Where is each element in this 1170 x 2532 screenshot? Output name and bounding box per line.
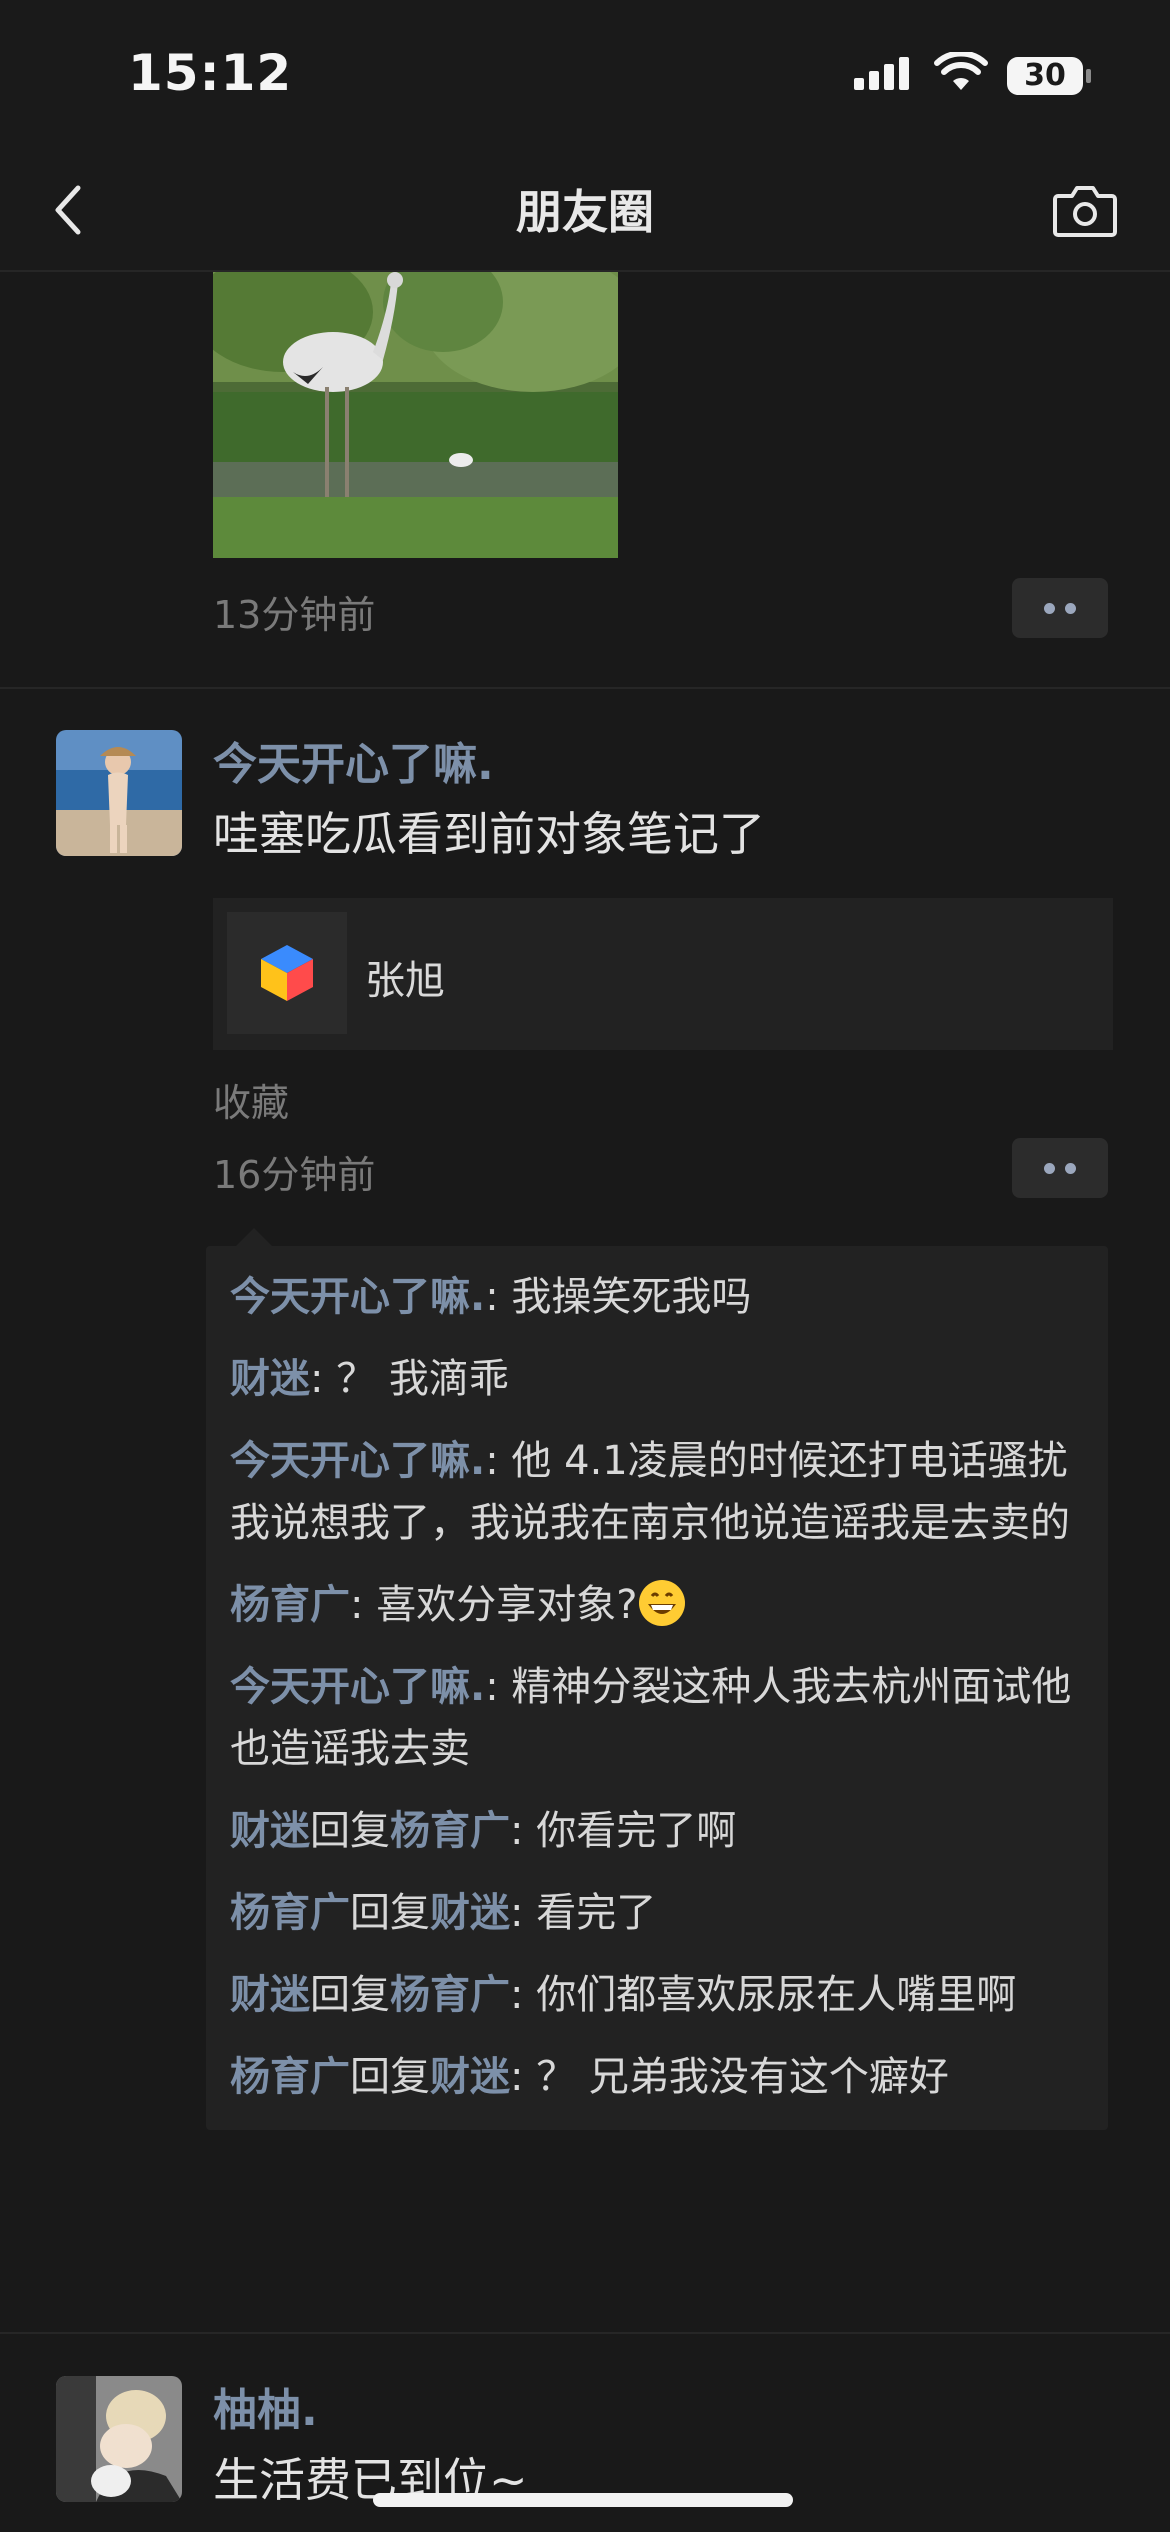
post-nickname[interactable]: 今天开心了嘛. (213, 728, 494, 792)
comment-separator: : (510, 1808, 537, 1854)
comment-separator: : (485, 1274, 512, 1320)
status-bar: 15:12 30 (0, 0, 1170, 150)
more-options-button[interactable] (1012, 1138, 1108, 1198)
signal-icon (854, 57, 909, 90)
link-thumbnail (227, 912, 347, 1034)
camera-icon[interactable] (1052, 182, 1118, 238)
post-divider (0, 687, 1170, 689)
comment-text: 我操笑死我吗 (511, 1274, 752, 1320)
comment-separator: : (510, 2054, 537, 2100)
grin-emoji-icon (639, 1580, 686, 1626)
wifi-icon (934, 52, 988, 90)
nav-bar: 朋友圈 (0, 150, 1170, 272)
comments-box: 今天开心了嘛.: 我操笑死我吗 财迷: ？ 我滴乖 今天开心了嘛.: 他 4.1… (206, 1228, 1108, 2130)
comment-author[interactable]: 财迷 (230, 1808, 310, 1854)
post-text: 哇塞吃瓜看到前对象笔记了 (213, 807, 765, 861)
comment-author[interactable]: 今天开心了嘛. (230, 1664, 485, 1710)
reply-word: 回复 (310, 1972, 390, 2018)
reply-target[interactable]: 财迷 (430, 2054, 510, 2100)
post-nickname[interactable]: 柚柚. (213, 2374, 318, 2438)
comment-author[interactable]: 财迷 (230, 1972, 310, 2018)
comment[interactable]: 今天开心了嘛.: 他 4.1凌晨的时候还打电话骚扰我说想我了，我说我在南京他说造… (230, 1430, 1084, 1554)
comment-text: 你们都喜欢尿尿在人嘴里啊 (536, 1972, 1017, 2018)
reply-word: 回复 (350, 1890, 430, 1936)
comment[interactable]: 财迷: ？ 我滴乖 (230, 1348, 1084, 1410)
dot-icon (1044, 1162, 1055, 1174)
post-divider (0, 2332, 1170, 2334)
comment-text: 看完了 (536, 1890, 657, 1936)
reply-word: 回复 (350, 2054, 430, 2100)
status-time: 15:12 (128, 44, 293, 102)
comment-author[interactable]: 杨育广 (230, 1890, 350, 1936)
comment-separator: : (485, 1438, 512, 1484)
comment-author[interactable]: 今天开心了嘛. (230, 1438, 485, 1484)
comment-separator: : (350, 1582, 377, 1628)
post-time: 13分钟前 (213, 593, 376, 637)
post-photo[interactable] (213, 272, 618, 558)
comment-separator: : (310, 1356, 337, 1402)
shared-link-card[interactable]: 张旭 (213, 898, 1113, 1050)
reply-word: 回复 (310, 1808, 390, 1854)
comment[interactable]: 杨育广回复财迷: ？ 兄弟我没有这个癖好 (230, 2046, 1084, 2108)
comment-author[interactable]: 杨育广 (230, 2054, 350, 2100)
comment[interactable]: 今天开心了嘛.: 精神分裂这种人我去杭州面试他也造谣我去卖 (230, 1656, 1084, 1780)
comment-text: 喜欢分享对象? (376, 1582, 638, 1628)
battery-icon: 30 (1006, 56, 1092, 96)
comment-separator: : (510, 1890, 537, 1936)
battery-level: 30 (1024, 58, 1066, 93)
more-options-button[interactable] (1012, 578, 1108, 638)
post-source[interactable]: 收藏 (213, 1072, 289, 1127)
dot-icon (1065, 602, 1076, 614)
comment[interactable]: 杨育广: 喜欢分享对象? (230, 1574, 1084, 1636)
comment[interactable]: 财迷回复杨育广: 你看完了啊 (230, 1800, 1084, 1862)
comment[interactable]: 杨育广回复财迷: 看完了 (230, 1882, 1084, 1944)
comment-author[interactable]: 财迷 (230, 1356, 310, 1402)
reply-target[interactable]: 杨育广 (390, 1972, 510, 2018)
comment-text: 你看完了啊 (536, 1808, 737, 1854)
comment[interactable]: 今天开心了嘛.: 我操笑死我吗 (230, 1266, 1084, 1328)
comment-separator: : (510, 1972, 537, 2018)
moments-feed[interactable]: 13分钟前 今天开心了嘛. 哇塞吃瓜看到前对象笔记了 张旭 收藏 16分钟前 今… (0, 272, 1170, 2532)
link-title: 张旭 (365, 958, 445, 1004)
avatar[interactable] (56, 2376, 182, 2502)
comment-author[interactable]: 杨育广 (230, 1582, 350, 1628)
cube-app-icon (261, 945, 313, 1001)
page-title: 朋友圈 (516, 185, 654, 239)
dot-icon (1065, 1162, 1076, 1174)
comment-text: ？ 我滴乖 (336, 1356, 509, 1402)
avatar[interactable] (56, 730, 182, 856)
comment-author[interactable]: 今天开心了嘛. (230, 1274, 485, 1320)
reply-target[interactable]: 财迷 (430, 1890, 510, 1936)
dot-icon (1044, 602, 1055, 614)
comment-text: ？ 兄弟我没有这个癖好 (536, 2054, 949, 2100)
reply-target[interactable]: 杨育广 (390, 1808, 510, 1854)
home-indicator[interactable] (373, 2493, 793, 2507)
comment-separator: : (485, 1664, 512, 1710)
post-time: 16分钟前 (213, 1153, 376, 1197)
comment[interactable]: 财迷回复杨育广: 你们都喜欢尿尿在人嘴里啊 (230, 1964, 1084, 2026)
